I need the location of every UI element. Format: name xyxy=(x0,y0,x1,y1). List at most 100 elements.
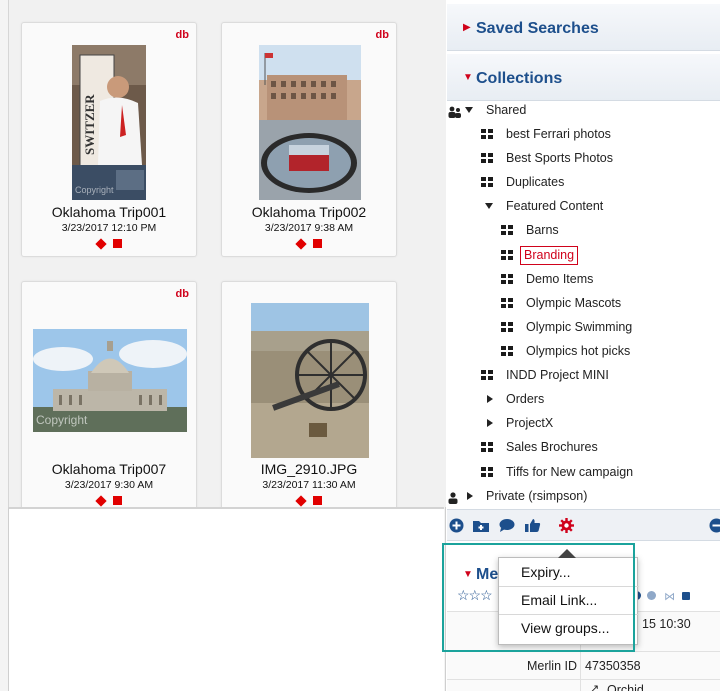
metadata-value: 47350358 xyxy=(585,659,641,673)
status-markers xyxy=(22,494,196,508)
status-square-icon xyxy=(312,239,322,248)
asset-card[interactable]: db Copyright Oklahoma Trip007 3/23/2017 … xyxy=(21,281,197,516)
collapse-icon[interactable] xyxy=(709,518,720,533)
tree-node-collection[interactable]: best Ferrari photos xyxy=(447,124,720,144)
external-link-icon[interactable]: ↗ xyxy=(590,682,599,691)
thumbnail-grid: db SWITZER Copyright Oklahoma Trip001 3/… xyxy=(8,0,446,516)
asset-card[interactable]: db Oklahoma Trip002 3/23/2017 9:38 AM xyxy=(221,22,397,257)
collection-icon xyxy=(501,274,514,285)
expand-icon[interactable] xyxy=(487,395,493,403)
metadata-status-icons: ⋈ xyxy=(632,590,691,603)
tree-node-collection[interactable]: Tiffs for New campaign xyxy=(447,462,720,482)
saved-searches-label: Saved Searches xyxy=(476,20,599,37)
tree-node-collection-selected[interactable]: Branding xyxy=(447,245,720,265)
menu-pointer xyxy=(558,549,576,558)
asset-thumbnail[interactable] xyxy=(259,45,361,200)
status-square-icon xyxy=(112,239,122,248)
expand-icon[interactable] xyxy=(465,107,473,113)
asset-title: Oklahoma Trip001 xyxy=(51,204,167,220)
asset-thumbnail[interactable] xyxy=(251,303,369,458)
expand-icon[interactable] xyxy=(485,203,493,209)
menu-item-email-link[interactable]: Email Link... xyxy=(499,586,639,613)
tree-node-private[interactable]: Private (rsimpson) xyxy=(447,486,720,506)
menu-item-view-groups[interactable]: View groups... xyxy=(499,614,639,641)
new-folder-icon[interactable] xyxy=(473,518,489,533)
caret-right-icon: ▶ xyxy=(463,22,471,33)
asset-thumbnail[interactable]: Copyright xyxy=(33,329,187,432)
collection-icon xyxy=(481,153,494,164)
tree-node-folder[interactable]: Featured Content xyxy=(447,196,720,216)
collection-icon xyxy=(501,346,514,357)
tree-node-shared[interactable]: Shared xyxy=(447,100,720,120)
tree-node-collection[interactable]: Olympics hot picks xyxy=(447,341,720,361)
status-diamond-icon xyxy=(94,495,107,507)
check-circle-icon xyxy=(647,591,657,600)
expand-icon[interactable] xyxy=(487,419,493,427)
asset-card[interactable]: IMG_2910.JPG 3/23/2017 11:30 AM xyxy=(221,281,397,516)
tree-node-collection[interactable]: Sales Brochures xyxy=(447,437,720,457)
asset-date: 3/23/2017 9:30 AM xyxy=(64,479,154,491)
tree-node-collection[interactable]: INDD Project MINI xyxy=(447,365,720,385)
asset-thumbnail[interactable]: SWITZER Copyright xyxy=(72,45,146,200)
selected-collection-label: Branding xyxy=(520,246,579,265)
tree-node-collection[interactable]: Barns xyxy=(447,220,720,240)
menu-item-expiry[interactable]: Expiry... xyxy=(499,559,639,586)
metadata-key: Merlin ID xyxy=(526,659,577,673)
watermark: Copyright xyxy=(36,413,88,427)
asset-title: Oklahoma Trip007 xyxy=(51,461,167,477)
metadata-row-keyword: ↗ Orchid xyxy=(447,679,720,691)
collections-label: Collections xyxy=(476,70,563,87)
user-icon xyxy=(448,490,458,504)
tree-node-collection[interactable]: Olympic Swimming xyxy=(447,317,720,337)
asset-card[interactable]: db SWITZER Copyright Oklahoma Trip001 3/… xyxy=(21,22,197,257)
tree-node-collection[interactable]: Olympic Mascots xyxy=(447,293,720,313)
status-markers xyxy=(222,494,396,508)
status-diamond-icon xyxy=(294,495,307,507)
watermark: Copyright xyxy=(75,185,114,195)
grid-empty-area xyxy=(8,507,444,691)
gear-icon[interactable] xyxy=(559,518,574,533)
metadata-value: Orchid xyxy=(607,683,644,691)
collection-icon xyxy=(481,442,494,453)
gear-context-menu: Expiry... Email Link... View groups... xyxy=(498,549,639,645)
expand-icon[interactable] xyxy=(467,492,473,500)
collection-icon xyxy=(501,250,514,261)
svg-text:SWITZER: SWITZER xyxy=(82,94,97,155)
metadata-row-merlin-id: Merlin ID 47350358 xyxy=(447,651,720,679)
metadata-value: 15 10:30 xyxy=(642,617,691,631)
collection-icon xyxy=(501,225,514,236)
tree-node-collection[interactable]: Demo Items xyxy=(447,269,720,289)
asset-date: 3/23/2017 11:30 AM xyxy=(262,479,356,491)
asset-grid-pane: db SWITZER Copyright Oklahoma Trip001 3/… xyxy=(0,0,446,691)
tree-node-folder[interactable]: Orders xyxy=(447,389,720,409)
collection-icon xyxy=(481,370,494,381)
caret-down-icon: ▼ xyxy=(463,569,473,580)
asset-title: Oklahoma Trip002 xyxy=(251,204,367,220)
asset-title: IMG_2910.JPG xyxy=(260,461,358,477)
collection-icon xyxy=(501,322,514,333)
key-icon: ⋈ xyxy=(664,591,676,603)
tree-node-folder[interactable]: ProjectX xyxy=(447,413,720,433)
db-badge: db xyxy=(375,29,389,41)
comment-icon[interactable] xyxy=(499,518,515,533)
thumbs-up-icon[interactable] xyxy=(525,518,541,533)
collection-icon xyxy=(501,298,514,309)
db-badge: db xyxy=(175,29,189,41)
status-markers xyxy=(22,237,196,251)
add-icon[interactable] xyxy=(449,518,464,533)
collections-toolbar xyxy=(447,509,720,541)
collections-header[interactable]: ▼ Collections xyxy=(447,54,720,101)
lock-icon xyxy=(682,592,691,600)
asset-date: 3/23/2017 12:10 PM xyxy=(61,222,157,234)
tree-node-collection[interactable]: Duplicates xyxy=(447,172,720,192)
asset-date: 3/23/2017 9:38 AM xyxy=(264,222,354,234)
status-square-icon xyxy=(312,496,322,505)
db-badge: db xyxy=(175,288,189,300)
collection-icon xyxy=(481,129,494,140)
rating-stars[interactable]: ☆☆☆ xyxy=(457,587,493,604)
saved-searches-header[interactable]: ▶ Saved Searches xyxy=(447,4,720,51)
status-diamond-icon xyxy=(94,238,107,250)
status-square-icon xyxy=(112,496,122,505)
status-markers xyxy=(222,237,396,251)
tree-node-collection[interactable]: Best Sports Photos xyxy=(447,148,720,168)
